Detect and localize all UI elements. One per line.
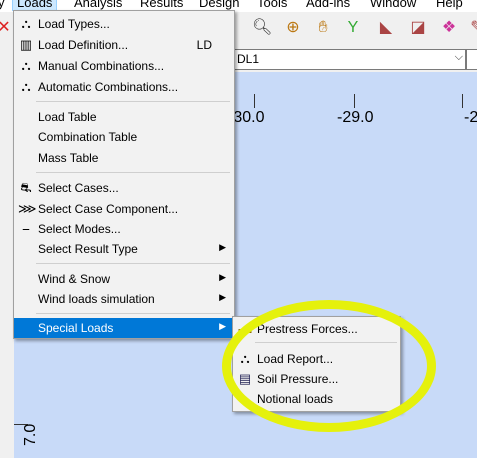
menu-item-label: Wind & Snow <box>38 272 111 286</box>
load-types-icon: ⛬ <box>21 16 31 31</box>
ruler-tick <box>254 94 255 108</box>
menu-item-label: Select Cases... <box>38 181 119 195</box>
section-icon[interactable]: ◪ <box>408 18 428 38</box>
select-cases-icon: ⛐ <box>20 180 32 195</box>
menu-item-label: Load Table <box>38 110 97 124</box>
manual-combinations-icon: ⛬ <box>21 58 31 73</box>
menu-item-label: Special Loads <box>38 321 114 335</box>
ruler-tick <box>354 94 355 108</box>
submenu-arrow-icon: ▶ <box>219 321 226 331</box>
submenu-arrow-icon: ▶ <box>219 272 226 282</box>
menu-separator <box>36 172 230 173</box>
loads-menu: ⛬ Load Types... ▥ Load Definition... LD … <box>13 10 235 339</box>
ruler-tick <box>462 94 463 108</box>
menu-item-mass-table[interactable]: Mass Table <box>14 148 234 168</box>
structure-icon[interactable]: Y <box>343 18 363 38</box>
menu-item-wind-snow[interactable]: Wind & Snow ▶ <box>14 269 234 289</box>
select-component-icon: ⋙ <box>18 201 37 216</box>
menu-item-label: Wind loads simulation <box>38 292 155 306</box>
menu-item-select-modes[interactable]: ⎯ Select Modes... <box>14 219 234 239</box>
menu-item-automatic-combinations[interactable]: ⛬ Automatic Combinations... <box>14 77 234 97</box>
menu-separator <box>36 313 230 314</box>
menu-item-select-result-type[interactable]: Select Result Type ▶ <box>14 239 234 259</box>
chevron-down-icon[interactable]: ⌵ <box>455 51 463 64</box>
menu-item-select-cases[interactable]: ⛐ Select Cases... <box>14 178 234 198</box>
ruler-label: -29.0 <box>337 109 374 126</box>
edit-icon[interactable]: ✎ <box>467 18 477 38</box>
menu-item-label: Load Types... <box>38 17 110 31</box>
menu-item-label: Load Definition... <box>38 38 129 52</box>
menu-analysis[interactable]: Analysis <box>74 0 122 10</box>
y-ruler-label: 7.0 <box>22 423 39 446</box>
pan-icon[interactable]: ✋︎ <box>313 18 333 38</box>
menu-window[interactable]: Window <box>370 0 416 10</box>
menu-item-label: Manual Combinations... <box>38 59 165 73</box>
menu-item-label: Mass Table <box>38 151 99 165</box>
beam-icon[interactable]: ◣ <box>376 18 396 38</box>
menu-item-wind-loads-simulation[interactable]: Wind loads simulation ▶ <box>14 289 234 309</box>
highlight-annotation <box>222 300 436 432</box>
menu-item-label: Select Modes... <box>38 222 121 236</box>
menu-item-label: Select Result Type <box>38 242 138 256</box>
menu-item-label: Select Case Component... <box>38 202 179 216</box>
submenu-arrow-icon: ▶ <box>219 242 226 252</box>
zoom-icon[interactable]: 🔍︎ <box>252 18 272 38</box>
menu-tools[interactable]: Tools <box>257 0 287 10</box>
menu-item-partial[interactable]: y <box>0 0 5 10</box>
menu-item-manual-combinations[interactable]: ⛬ Manual Combinations... <box>14 56 234 76</box>
menu-results[interactable]: Results <box>140 0 183 10</box>
submenu-arrow-icon: ▶ <box>219 292 226 302</box>
automatic-combinations-icon: ⛬ <box>21 79 31 94</box>
menu-item-load-definition[interactable]: ▥ Load Definition... LD <box>14 35 234 55</box>
menu-separator <box>36 263 230 264</box>
menu-separator <box>36 101 230 102</box>
close-icon[interactable]: ✕ <box>0 18 14 38</box>
menu-item-load-types[interactable]: ⛬ Load Types... <box>14 14 234 34</box>
menu-item-special-loads[interactable]: Special Loads ▶ <box>14 318 234 338</box>
load-definition-icon: ▥ <box>19 37 33 52</box>
menu-design[interactable]: Design <box>199 0 239 10</box>
model-icon[interactable]: ❖ <box>439 18 459 38</box>
load-case-combo[interactable]: DL1 ⌵ <box>232 49 466 70</box>
select-modes-icon: ⎯ <box>22 221 30 236</box>
menu-item-combination-table[interactable]: Combination Table <box>14 127 234 147</box>
menu-item-load-table[interactable]: Load Table <box>14 107 234 127</box>
ruler-label: -2 <box>464 109 477 126</box>
secondary-combo[interactable] <box>466 49 477 70</box>
zoom-window-icon[interactable]: ⊕ <box>283 18 303 38</box>
menu-help[interactable]: Help <box>436 0 463 10</box>
menu-item-label: Combination Table <box>38 130 138 144</box>
load-case-value: DL1 <box>237 52 260 66</box>
menu-item-select-case-component[interactable]: ⋙ Select Case Component... <box>14 199 234 219</box>
menu-item-label: Automatic Combinations... <box>38 80 179 94</box>
shortcut-label: LD <box>196 38 212 52</box>
menu-add-ins[interactable]: Add-ins <box>306 0 350 10</box>
